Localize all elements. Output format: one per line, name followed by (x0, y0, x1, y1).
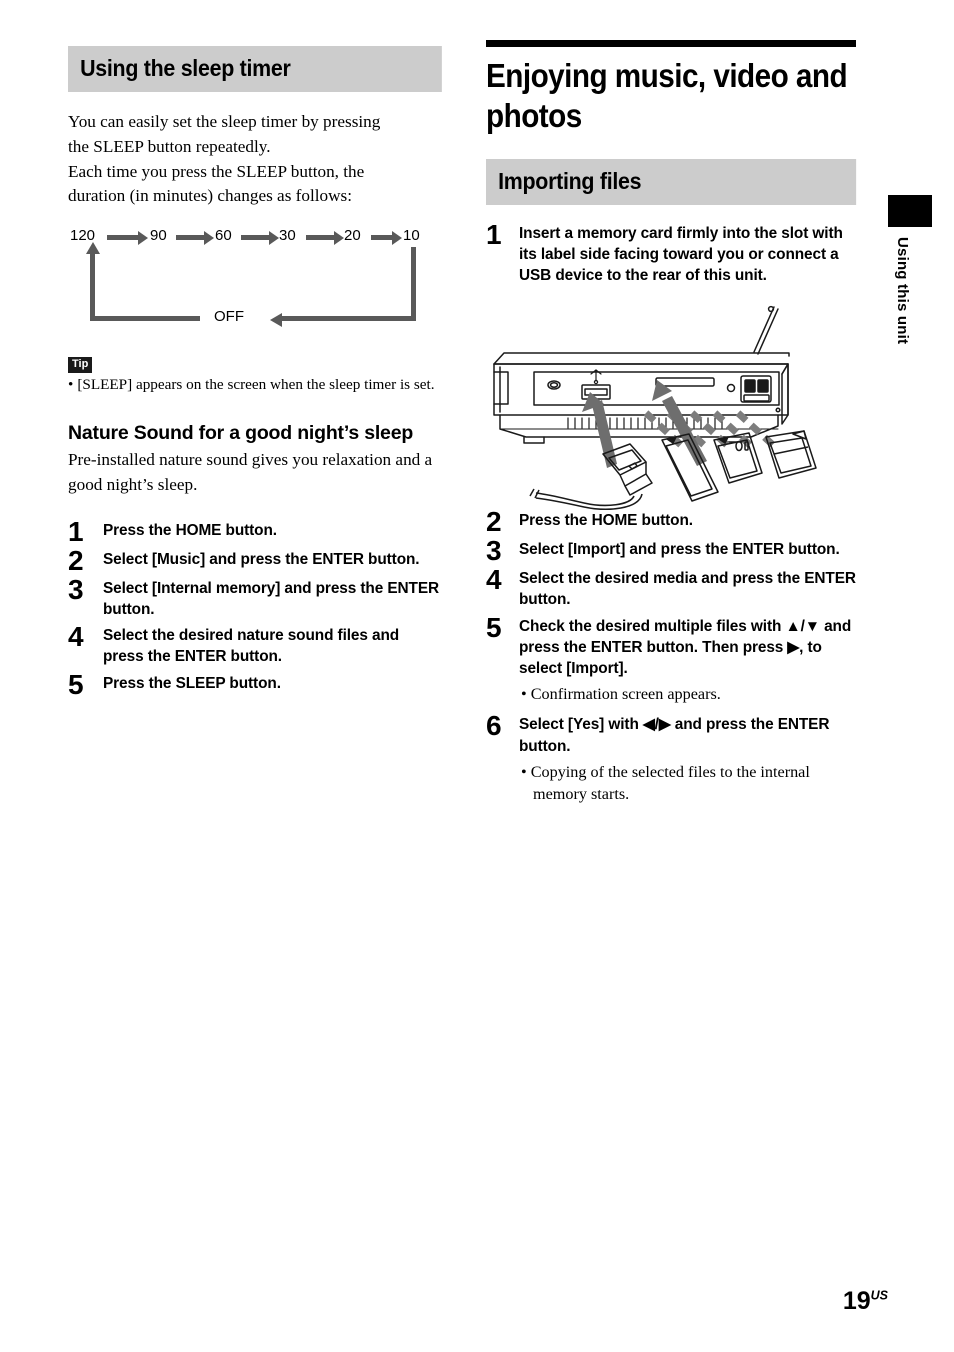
step-number: 5 (68, 668, 84, 700)
manual-page: Using the sleep timer You can easily set… (0, 0, 954, 1352)
left-column: Using the sleep timer You can easily set… (68, 46, 442, 702)
flow-label-10: 10 (403, 227, 420, 245)
step-number: 4 (486, 564, 502, 596)
step-item: 3 Select [Import] and press the ENTER bu… (486, 535, 856, 567)
flow-arrowhead-to-off (270, 312, 282, 327)
step-item: 1 Insert a memory card firmly into the s… (486, 218, 856, 287)
step-item: 2 Select [Music] and press the ENTER but… (68, 544, 442, 576)
step-text: Select [Import] and press the ENTER butt… (519, 541, 840, 559)
step-text: Press the SLEEP button. (103, 674, 281, 692)
tip-text: [SLEEP] appears on the screen when the s… (77, 376, 435, 394)
section-heading-sleep-timer: Using the sleep timer (68, 46, 442, 92)
step-text: Select [Music] and press the ENTER butto… (103, 550, 420, 568)
step-text: Press the HOME button. (519, 512, 693, 530)
memory-card-slot (655, 377, 715, 387)
flow-line-left-vertical (90, 253, 95, 322)
step-number: 2 (68, 544, 84, 576)
usb-port (581, 384, 611, 400)
step-item: 1 Press the HOME button. (68, 515, 442, 547)
step-text: Insert a memory card firmly into the slo… (519, 224, 843, 285)
step-text: Select [Yes] with ◀/▶ and press the ENTE… (519, 716, 830, 755)
usb-icon (590, 369, 602, 385)
side-thumb-tab: Using this unit (888, 195, 932, 397)
step-text: Press the HOME button. (103, 521, 277, 539)
step-text: Check the desired multiple files with ▲/… (519, 617, 852, 678)
alignment-guides (643, 410, 777, 449)
step-number: 5 (486, 611, 502, 643)
step-number: 4 (68, 621, 84, 653)
memory-cards (661, 430, 817, 502)
step-number: 2 (486, 506, 502, 538)
step-number: 1 (486, 218, 502, 250)
antenna-tip (767, 306, 775, 313)
side-tab-label: Using this unit (894, 237, 911, 345)
page-number-value: 19 (842, 1287, 871, 1315)
flow-arrow-90-60 (176, 230, 214, 245)
step-text: Select the desired media and press the E… (519, 570, 856, 609)
step-number: 6 (486, 710, 502, 742)
step-text: Select [Internal memory] and press the E… (103, 579, 439, 618)
side-tab-marker (888, 195, 932, 227)
antenna-rod (753, 306, 775, 353)
step-item: 2 Press the HOME button. (486, 506, 856, 538)
step-note: • Copying of the selected files to the i… (521, 762, 810, 803)
flow-label-20: 20 (344, 227, 361, 245)
flow-label-60: 60 (215, 227, 232, 245)
flow-arrow-60-30 (241, 230, 279, 245)
tip-bullet: • (68, 376, 74, 394)
intro-line-1: You can easily set the sleep timer by pr… (68, 112, 381, 131)
flow-line-bottom-right (281, 316, 414, 322)
intro-line-4: duration (in minutes) changes as follows… (68, 186, 353, 206)
page-number-suffix: US (870, 1288, 888, 1303)
flow-line-right-vertical (411, 247, 416, 322)
rear-panel-illustration (486, 300, 856, 511)
flow-arrow-120-90 (107, 230, 148, 245)
subheading-nature-sound: Nature Sound for a good night’s sleep (68, 421, 414, 444)
step-item: 4 Select the desired media and press the… (486, 564, 856, 611)
flow-arrowhead-to-120 (85, 242, 100, 255)
step-item: 3 Select [Internal memory] and press the… (68, 573, 442, 621)
flow-label-90: 90 (150, 227, 167, 245)
screw-right (726, 384, 736, 393)
flow-label-off: OFF (214, 308, 244, 326)
chapter-rule (486, 40, 856, 47)
step-item: 5 Press the SLEEP button. (68, 668, 442, 700)
flow-arrow-30-20 (306, 230, 344, 245)
page-number: 19US (843, 1289, 888, 1314)
step-number: 3 (486, 535, 502, 567)
speaker-terminals (740, 375, 772, 403)
flow-arrow-20-10 (371, 230, 402, 245)
right-steps-list: 2 Press the HOME button. 3 Select [Impor… (486, 506, 856, 805)
nature-sound-paragraph: Pre-installed nature sound gives you rel… (68, 450, 433, 494)
rear-panel-diagram-svg (493, 306, 817, 511)
tip-block: Tip • [SLEEP] appears on the screen when… (68, 354, 442, 396)
tip-badge: Tip (68, 357, 93, 374)
step-note: • Confirmation screen appears. (521, 685, 721, 704)
chapter-title: Enjoying music, video and photos (486, 57, 848, 135)
tip-text-list: • [SLEEP] appears on the screen when the… (68, 375, 442, 396)
intro-paragraph: You can easily set the sleep timer by pr… (68, 110, 442, 209)
left-steps-list: 1 Press the HOME button. 2 Select [Music… (68, 515, 442, 700)
step-text: Select the desired nature sound files an… (103, 627, 400, 666)
flow-line-bottom-left (90, 316, 200, 322)
step-item: 4 Select the desired nature sound files … (68, 621, 442, 668)
step-number: 3 (68, 573, 84, 605)
sleep-timer-flow-diagram: 120 90 60 30 20 10 OFF (68, 227, 428, 332)
step-item: 5 Check the desired multiple files with … (486, 611, 856, 707)
step-number: 1 (68, 515, 84, 547)
step-item: 6 Select [Yes] with ◀/▶ and press the EN… (486, 710, 856, 805)
flow-label-30: 30 (279, 227, 296, 245)
intro-line-2: the SLEEP button repeatedly. (68, 136, 271, 156)
usb-connector (529, 443, 653, 511)
intro-line-3: Each time you press the SLEEP button, th… (68, 161, 365, 181)
section-heading-importing-files: Importing files (486, 158, 856, 205)
usb-insertion-arrow (592, 400, 617, 469)
right-column: Enjoying music, video and photos Importi… (486, 40, 856, 810)
